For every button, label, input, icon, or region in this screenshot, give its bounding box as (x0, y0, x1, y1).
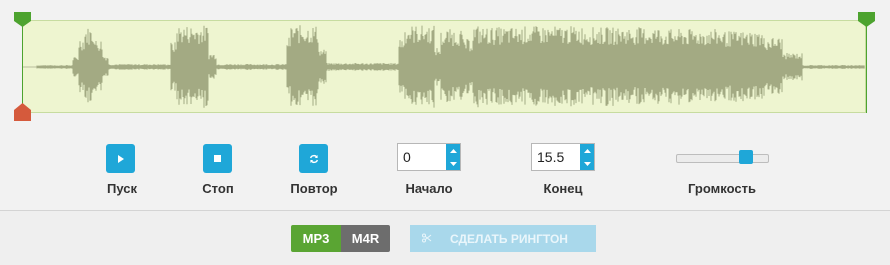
repeat-icon (309, 154, 318, 163)
playhead-handle[interactable] (14, 103, 31, 126)
start-time-input[interactable] (398, 144, 446, 170)
volume-slider-track[interactable] (676, 154, 769, 163)
play-label: Пуск (107, 181, 137, 196)
volume-slider-thumb[interactable] (739, 150, 754, 164)
end-time-up-button[interactable] (580, 144, 594, 157)
arrow-up-icon (449, 148, 457, 153)
repeat-button[interactable] (299, 144, 328, 173)
trim-end-line (866, 26, 867, 113)
end-time-label: Конец (543, 181, 583, 196)
waveform-area[interactable] (22, 20, 866, 113)
end-time-spinner (531, 143, 595, 171)
waveform (23, 25, 865, 108)
editor-panel: Пуск Стоп Повтор Начало (0, 0, 890, 210)
repeat-label: Повтор (290, 181, 338, 196)
end-time-down-button[interactable] (580, 157, 594, 170)
start-time-spinner (397, 143, 461, 171)
trim-start-line (22, 26, 23, 106)
make-ringtone-button[interactable]: СДЕЛАТЬ РИНГТОН (410, 225, 596, 252)
start-time-down-button[interactable] (446, 157, 460, 170)
stop-icon (214, 155, 221, 162)
stop-button[interactable] (203, 144, 232, 173)
make-ringtone-label: СДЕЛАТЬ РИНГТОН (450, 232, 568, 246)
volume-label: Громкость (688, 181, 756, 196)
play-button[interactable] (106, 144, 135, 173)
start-time-arrows (446, 144, 460, 170)
arrow-down-icon (583, 161, 591, 166)
play-icon (117, 154, 124, 163)
scissors-icon (422, 233, 432, 243)
arrow-down-icon (449, 161, 457, 166)
end-time-arrows (580, 144, 594, 170)
format-m4r-button[interactable]: M4R (341, 225, 390, 252)
waveform-path (36, 25, 865, 108)
format-mp3-button[interactable]: MP3 (291, 225, 341, 252)
arrow-up-icon (583, 148, 591, 153)
stop-label: Стоп (202, 181, 234, 196)
end-time-input[interactable] (532, 144, 580, 170)
start-time-label: Начало (405, 181, 453, 196)
start-time-up-button[interactable] (446, 144, 460, 157)
